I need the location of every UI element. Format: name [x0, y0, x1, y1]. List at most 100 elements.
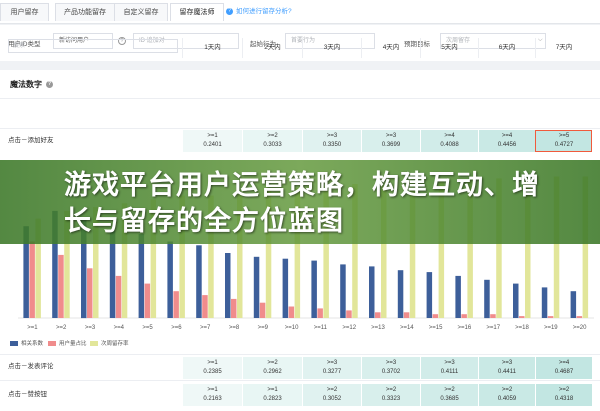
chart-bar[interactable] [173, 291, 179, 318]
chart-bar[interactable] [397, 270, 404, 318]
cell-threshold: >=4 [558, 360, 570, 366]
chart-bar[interactable] [490, 314, 496, 318]
chart-bar[interactable] [513, 283, 519, 318]
chart-bar[interactable] [202, 295, 208, 318]
row-label-like[interactable]: 点击－赞按钮 [8, 384, 47, 406]
chart-bar[interactable] [570, 291, 577, 318]
chart-bar[interactable] [87, 268, 93, 318]
chart-bar[interactable] [317, 308, 323, 318]
chart-bar[interactable] [547, 316, 554, 318]
legend-label: 用户量占比 [59, 341, 87, 347]
chart-bar[interactable] [144, 283, 151, 318]
chart-bar[interactable] [576, 316, 583, 318]
table-cell[interactable]: >=2 0.4059 [478, 384, 535, 406]
legend-label: 相关系数 [21, 341, 44, 347]
legend-swatch [48, 341, 56, 347]
x-tick-label: >=20 [573, 325, 587, 331]
legend-label: 次周留存率 [101, 341, 129, 347]
chart-bar[interactable] [167, 241, 173, 319]
x-tick-label: >=10 [285, 325, 299, 331]
chart-bar[interactable] [282, 258, 289, 318]
chart-bar[interactable] [259, 302, 266, 318]
x-tick-label: >=3 [85, 325, 96, 331]
x-tick-label: >=15 [429, 325, 443, 331]
chart-bar[interactable] [484, 279, 490, 319]
chart-bar[interactable] [196, 245, 202, 318]
cell-threshold: >=2 [385, 387, 397, 393]
chart-bar[interactable] [461, 314, 467, 318]
table-cell[interactable]: >=1 0.2823 [242, 384, 302, 406]
chart-bar[interactable] [225, 253, 231, 318]
table-cell[interactable]: >=3 0.3702 [361, 357, 420, 379]
chart-bar[interactable] [253, 256, 260, 318]
x-tick-label: >=6 [171, 325, 182, 331]
cell-threshold: >=2 [444, 387, 455, 393]
cell-value: 0.2823 [263, 396, 282, 402]
table-cell[interactable]: >=1 0.2163 [182, 384, 242, 406]
chart-bar[interactable] [375, 312, 381, 318]
cell-threshold: >=1 [207, 387, 218, 393]
legend-swatch [90, 341, 98, 347]
chart-bar[interactable] [432, 314, 439, 318]
x-tick-label: >=17 [486, 325, 500, 331]
table-cell[interactable]: >=2 0.2962 [242, 357, 302, 379]
table-cell[interactable]: >=2 0.3323 [361, 384, 420, 406]
table-cell[interactable]: >=2 0.3052 [302, 384, 361, 406]
table-cell[interactable]: >=3 0.4411 [478, 357, 535, 379]
table-cell[interactable]: >=3 0.4111 [420, 357, 478, 379]
cell-value: 0.2962 [263, 369, 282, 375]
x-tick-label: >=7 [200, 325, 211, 331]
cell-threshold: >=3 [501, 360, 513, 366]
cell-threshold: >=3 [385, 360, 397, 366]
x-tick-label: >=11 [314, 325, 328, 331]
table-cell[interactable]: >=3 0.3277 [302, 357, 361, 379]
cell-threshold: >=2 [558, 387, 570, 393]
chart-bar[interactable] [455, 275, 461, 318]
chart-bar[interactable] [58, 254, 64, 318]
chart-bar[interactable] [29, 241, 35, 319]
chart-bar[interactable] [426, 272, 433, 318]
cell-value: 0.4111 [440, 369, 459, 375]
table-cell[interactable]: >=4 0.4687 [535, 357, 592, 379]
row-label-comment[interactable]: 点击－发表评论 [8, 356, 54, 378]
chart-bar[interactable] [138, 233, 145, 318]
cell-value: 0.3685 [440, 396, 459, 402]
x-tick-label: >=19 [544, 325, 558, 331]
cell-value: 0.4318 [554, 396, 574, 402]
chart-bar[interactable] [519, 316, 525, 318]
chart-bar[interactable] [541, 287, 548, 318]
cell-value: 0.2163 [203, 396, 222, 402]
chart-bar[interactable] [115, 275, 122, 318]
cell-value: 0.3052 [322, 396, 342, 402]
x-tick-label: >=5 [142, 325, 153, 331]
table-cell[interactable]: >=2 0.3685 [420, 384, 478, 406]
legend-item[interactable]: 用户量占比 [48, 340, 87, 348]
chart-bar[interactable] [403, 312, 410, 318]
cell-value: 0.4687 [554, 369, 574, 375]
chart-bar[interactable] [346, 310, 352, 318]
chart-bar[interactable] [340, 264, 346, 318]
cell-value: 0.4059 [497, 396, 517, 402]
cell-threshold: >=2 [267, 360, 278, 366]
cell-threshold: >=3 [326, 360, 338, 366]
x-tick-label: >=14 [400, 325, 414, 331]
divider [0, 380, 600, 381]
cell-threshold: >=3 [444, 360, 455, 366]
x-tick-label: >=16 [458, 325, 472, 331]
x-tick-label: >=12 [342, 325, 356, 331]
divider [0, 354, 600, 355]
x-tick-label: >=18 [515, 325, 529, 331]
chart-bar[interactable] [231, 298, 237, 318]
cell-value: 0.3323 [381, 396, 401, 402]
cell-value: 0.2385 [203, 369, 222, 375]
cell-threshold: >=1 [207, 360, 218, 366]
legend-item[interactable]: 相关系数 [10, 340, 43, 348]
chart-bar[interactable] [288, 306, 295, 319]
table-cell[interactable]: >=1 0.2385 [182, 357, 242, 379]
x-tick-label: >=9 [258, 325, 269, 331]
chart-bar[interactable] [311, 260, 317, 318]
cell-value: 0.3702 [381, 369, 401, 375]
table-cell[interactable]: >=2 0.4318 [535, 384, 592, 406]
chart-bar[interactable] [369, 266, 375, 318]
legend-item[interactable]: 次周留存率 [90, 340, 129, 348]
